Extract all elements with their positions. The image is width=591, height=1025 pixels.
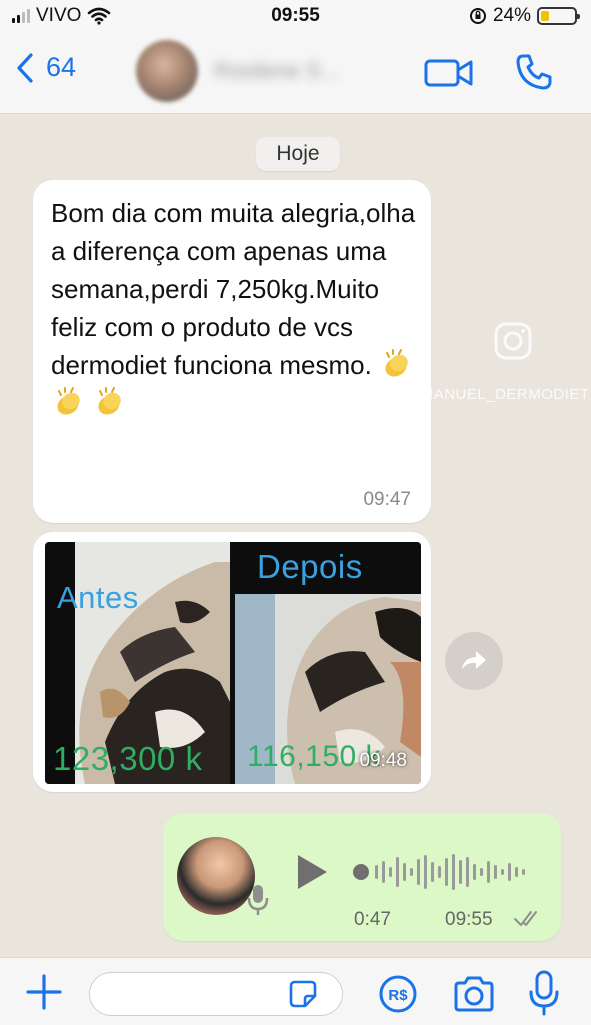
message-body: Bom dia com muita alegria,olha a diferen… <box>51 194 421 422</box>
contact-name[interactable]: Rosilene S... <box>214 58 394 84</box>
plus-icon[interactable] <box>24 972 64 1012</box>
clap-emoji-icon <box>385 349 408 377</box>
message-time: 09:47 <box>363 489 411 510</box>
before-after-image[interactable]: Antes 123,300 k Depois 116,150 k 09:48 <box>45 542 421 784</box>
phone-icon[interactable] <box>514 52 554 92</box>
video-call-icon[interactable] <box>424 56 474 90</box>
contact-avatar[interactable] <box>136 40 198 102</box>
instagram-icon <box>494 322 532 360</box>
sticker-icon[interactable] <box>287 978 319 1010</box>
forward-icon <box>462 651 486 670</box>
audio-time: 09:55 <box>445 909 493 930</box>
clap-emoji-icon <box>57 387 80 415</box>
incoming-text-message[interactable]: Bom dia com muita alegria,olha a diferen… <box>33 180 431 523</box>
camera-icon[interactable] <box>452 974 496 1014</box>
chat-header: 64 Rosilene S... <box>0 30 591 114</box>
sender-avatar <box>177 837 255 915</box>
before-photo: Antes 123,300 k <box>45 542 230 784</box>
payment-icon[interactable]: R$ <box>378 974 418 1014</box>
incoming-image-message[interactable]: Antes 123,300 k Depois 116,150 k 09:48 <box>33 532 431 792</box>
mic-icon <box>247 885 269 915</box>
input-bar: R$ <box>0 957 591 1025</box>
audio-waveform[interactable] <box>353 849 539 895</box>
image-time: 09:48 <box>359 750 407 771</box>
mic-icon[interactable] <box>528 970 560 1016</box>
message-text: Bom dia com muita alegria,olha a diferen… <box>51 198 416 380</box>
orientation-lock-icon <box>469 8 486 24</box>
after-photo: Depois 116,150 k <box>235 542 421 784</box>
double-check-icon <box>514 911 537 926</box>
before-weight: 123,300 k <box>53 740 203 777</box>
unread-count: 64 <box>46 52 77 82</box>
back-chevron-icon <box>17 52 33 83</box>
clap-emoji-icon <box>98 387 121 415</box>
play-icon[interactable] <box>295 853 329 891</box>
date-chip: Hoje <box>256 137 340 171</box>
watermark-handle: @MANUEL_DERMODIET <box>405 386 590 403</box>
after-label: Depois <box>257 548 363 585</box>
battery-percent: 24% <box>492 5 531 26</box>
status-bar: VIVO 09:55 24% <box>0 0 591 30</box>
battery-icon <box>537 7 580 25</box>
svg-text:R$: R$ <box>388 987 408 1004</box>
forward-button[interactable] <box>445 632 503 690</box>
back-button[interactable]: 64 <box>16 52 76 83</box>
outgoing-audio-message[interactable]: 0:47 09:55 <box>163 813 561 941</box>
before-label: Antes <box>57 580 139 615</box>
status-right: 24% <box>469 5 580 27</box>
audio-duration: 0:47 <box>354 909 391 930</box>
